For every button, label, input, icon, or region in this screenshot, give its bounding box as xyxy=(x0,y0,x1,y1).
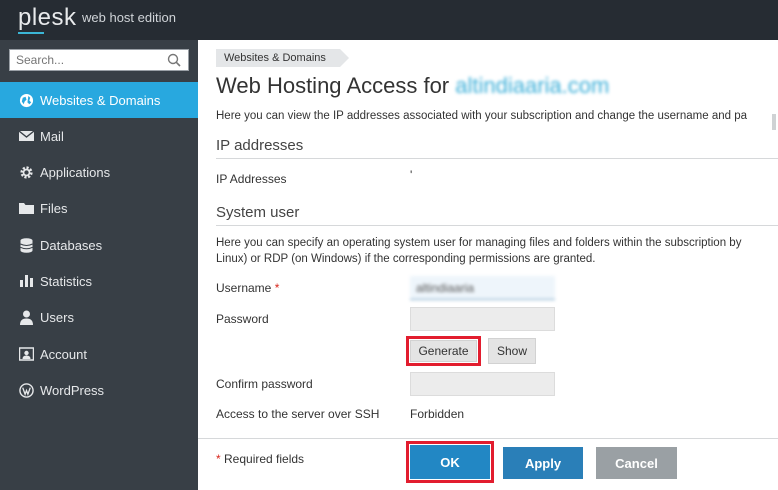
plesk-logo[interactable]: plesk xyxy=(18,4,77,32)
sidebar-item-label: Websites & Domains xyxy=(40,92,161,108)
sidebar-item-label: Databases xyxy=(40,237,103,253)
section-divider xyxy=(216,158,778,159)
sidebar-item-mail[interactable]: Mail xyxy=(0,118,198,154)
confirm-password-label: Confirm password xyxy=(216,377,313,391)
main-content: Websites & Domains Web Hosting Access fo… xyxy=(198,40,778,490)
page-title-domain: altindiaaria.com xyxy=(455,73,610,98)
footer-divider xyxy=(198,438,778,439)
ssh-access-value: Forbidden xyxy=(410,407,465,421)
breadcrumb[interactable]: Websites & Domains xyxy=(216,49,349,67)
sidebar-item-users[interactable]: Users xyxy=(0,299,198,335)
sidebar-item-databases[interactable]: Databases xyxy=(0,227,198,263)
intro-text: Here you can view the IP addresses assoc… xyxy=(216,110,748,122)
sidebar-item-label: Statistics xyxy=(40,273,93,289)
ssh-access-label: Access to the server over SSH xyxy=(216,407,380,421)
ip-section-title: IP addresses xyxy=(216,137,304,154)
generate-button[interactable]: Generate xyxy=(410,340,477,362)
required-fields-note: * Required fields xyxy=(216,452,305,466)
sidebar-item-label: WordPress xyxy=(40,382,105,398)
sidebar-item-label: Account xyxy=(40,346,87,362)
page-title-prefix: Web Hosting Access for xyxy=(216,73,450,98)
edition-label: web host edition xyxy=(82,10,176,25)
password-label: Password xyxy=(216,312,269,326)
section-divider xyxy=(216,225,778,226)
username-label: Username * xyxy=(216,281,280,295)
sidebar-item-statistics[interactable]: Statistics xyxy=(0,263,198,299)
account-card-icon xyxy=(18,346,34,362)
ip-addresses-label: IP Addresses xyxy=(216,172,287,186)
ok-button[interactable]: OK xyxy=(410,445,490,479)
system-user-description-line2: Linux) or RDP (on Windows) if the corres… xyxy=(216,253,596,265)
folder-icon xyxy=(18,200,34,216)
ip-addresses-value: ' xyxy=(410,168,413,182)
confirm-password-field[interactable] xyxy=(410,372,555,396)
sidebar-item-label: Users xyxy=(40,309,74,325)
user-icon xyxy=(18,309,34,325)
envelope-icon xyxy=(18,128,34,144)
search-icon[interactable] xyxy=(167,53,181,67)
sidebar-item-label: Mail xyxy=(40,128,64,144)
page-title: Web Hosting Access for altindiaaria.com xyxy=(216,73,609,99)
globe-icon xyxy=(18,92,34,108)
sidebar-item-websites-domains[interactable]: Websites & Domains xyxy=(0,82,198,118)
sidebar-item-label: Applications xyxy=(40,164,111,180)
username-field[interactable] xyxy=(410,276,555,300)
apply-button[interactable]: Apply xyxy=(503,447,583,479)
bar-chart-icon xyxy=(18,273,34,289)
cancel-button[interactable]: Cancel xyxy=(596,447,677,479)
gear-icon xyxy=(18,164,34,180)
required-asterisk: * xyxy=(274,281,280,295)
database-icon xyxy=(18,237,34,253)
sidebar-item-wordpress[interactable]: WordPress xyxy=(0,372,198,408)
wordpress-icon xyxy=(18,382,34,398)
show-password-button[interactable]: Show xyxy=(488,338,536,364)
required-asterisk: * xyxy=(216,452,221,466)
sidebar-item-files[interactable]: Files xyxy=(0,190,198,226)
system-user-description-line1: Here you can specify an operating system… xyxy=(216,237,742,249)
logo-accent xyxy=(18,32,44,34)
password-field[interactable] xyxy=(410,307,555,331)
sidebar-item-label: Files xyxy=(40,200,68,216)
sidebar: Websites & Domains Mail Applications Fil… xyxy=(0,40,198,490)
top-bar: plesk web host edition xyxy=(0,0,778,40)
search-box[interactable] xyxy=(9,49,189,71)
system-user-section-title: System user xyxy=(216,204,300,221)
sidebar-item-account[interactable]: Account xyxy=(0,336,198,372)
search-input[interactable] xyxy=(16,53,156,67)
scrollbar-marker[interactable] xyxy=(772,114,776,130)
sidebar-item-applications[interactable]: Applications xyxy=(0,154,198,190)
